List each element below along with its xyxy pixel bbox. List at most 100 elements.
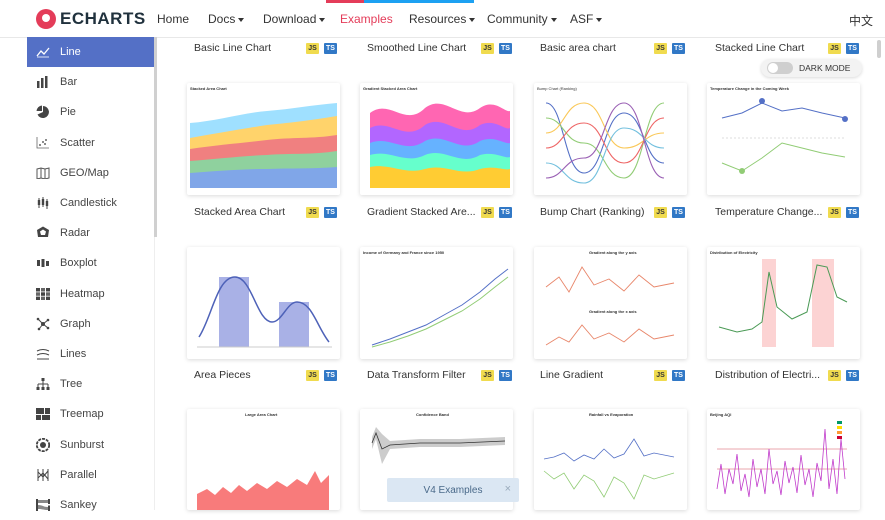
js-badge[interactable]: JS: [481, 43, 494, 54]
js-badge[interactable]: JS: [481, 207, 494, 218]
js-badge[interactable]: JS: [654, 370, 667, 381]
progress-indicator: [364, 0, 474, 3]
sidebar-item-sunburst[interactable]: Sunburst: [27, 429, 154, 459]
example-thumbnail-temperature[interactable]: Temperature Change in the Coming Week: [707, 83, 860, 195]
ts-badge[interactable]: TS: [846, 43, 859, 54]
chevron-down-icon: [550, 17, 557, 22]
nav-home[interactable]: Home: [157, 12, 189, 26]
lines-icon: [35, 346, 51, 362]
sidebar-item-label: Graph: [60, 317, 91, 330]
sidebar-item-boxplot[interactable]: Boxplot: [27, 248, 154, 278]
active-indicator: [326, 0, 364, 3]
ts-badge[interactable]: TS: [672, 43, 685, 54]
example-title[interactable]: Basic Line Chart: [194, 42, 271, 54]
sidebar-item-candlestick[interactable]: Candlestick: [27, 188, 154, 218]
example-title[interactable]: Smoothed Line Chart: [367, 42, 466, 54]
nav-examples[interactable]: Examples: [340, 12, 393, 26]
js-badge[interactable]: JS: [306, 370, 319, 381]
v4-examples-banner[interactable]: V4 Examples ×: [387, 478, 519, 502]
js-badge[interactable]: JS: [654, 207, 667, 218]
ts-badge[interactable]: TS: [499, 207, 512, 218]
dark-mode-toggle[interactable]: DARK MODE: [761, 59, 862, 77]
sidebar-item-label: Lines: [60, 347, 87, 360]
sidebar-item-line[interactable]: Line: [27, 37, 154, 68]
sidebar-item-graph[interactable]: Graph: [27, 309, 154, 339]
candlestick-icon: [35, 195, 51, 211]
ts-badge[interactable]: TS: [846, 370, 859, 381]
parallel-icon: [35, 467, 51, 483]
example-title[interactable]: Area Pieces: [194, 369, 251, 381]
close-icon[interactable]: ×: [505, 483, 511, 495]
ts-badge[interactable]: TS: [324, 370, 337, 381]
example-title[interactable]: Stacked Line Chart: [715, 42, 804, 54]
sidebar-item-parallel[interactable]: Parallel: [27, 460, 154, 490]
sidebar-item-lines[interactable]: Lines: [27, 339, 154, 369]
sidebar-item-label: Candlestick: [60, 197, 117, 210]
example-title[interactable]: Distribution of Electri...: [715, 369, 820, 381]
nav-asf[interactable]: ASF: [570, 12, 603, 26]
example-title[interactable]: Stacked Area Chart: [194, 206, 285, 218]
example-title[interactable]: Temperature Change...: [715, 206, 822, 218]
toggle-switch[interactable]: [767, 62, 793, 74]
page-scrollbar[interactable]: [877, 40, 881, 58]
ts-badge[interactable]: TS: [846, 207, 859, 218]
sidebar-scrollbar[interactable]: [154, 37, 157, 237]
example-thumbnail-distribution-electricity[interactable]: Distribution of Electricity: [707, 247, 860, 359]
chevron-down-icon: [319, 17, 326, 22]
js-badge[interactable]: JS: [481, 370, 494, 381]
example-title[interactable]: Basic area chart: [540, 42, 616, 54]
logo-text: ECHARTS: [60, 9, 146, 28]
js-badge[interactable]: JS: [828, 370, 841, 381]
sidebar-item-bar[interactable]: Bar: [27, 67, 154, 97]
js-badge[interactable]: JS: [306, 43, 319, 54]
example-thumbnail-bump-chart[interactable]: Bump Chart (Ranking): [534, 83, 687, 195]
sidebar-item-geo-map[interactable]: GEO/Map: [27, 158, 154, 188]
example-title[interactable]: Bump Chart (Ranking): [540, 206, 644, 218]
example-thumbnail-gradient-stacked[interactable]: Gradient Stacked Area Chart: [360, 83, 513, 195]
example-thumbnail-beijing-aqi[interactable]: Beijing AQI: [707, 409, 860, 510]
example-thumbnail-stacked-area[interactable]: Stacked Area Chart: [187, 83, 340, 195]
sidebar: Line Bar Pie Scatter GEO/Map Candlestick…: [27, 37, 155, 511]
logo-icon: [36, 9, 56, 29]
sidebar-item-pie[interactable]: Pie: [27, 97, 154, 127]
nav-community[interactable]: Community: [487, 12, 557, 26]
example-title[interactable]: Line Gradient: [540, 369, 603, 381]
radar-icon: [35, 225, 51, 241]
js-badge[interactable]: JS: [828, 207, 841, 218]
sidebar-item-radar[interactable]: Radar: [27, 218, 154, 248]
ts-badge[interactable]: TS: [499, 370, 512, 381]
language-switch[interactable]: 中文: [849, 12, 873, 29]
thumbnail-title: Rainfall vs Evaporation: [589, 412, 634, 417]
ts-badge[interactable]: TS: [324, 207, 337, 218]
js-badge[interactable]: JS: [654, 43, 667, 54]
sunburst-icon: [35, 437, 51, 453]
nav-resources[interactable]: Resources: [409, 12, 476, 26]
tree-icon: [35, 376, 51, 392]
sidebar-item-scatter[interactable]: Scatter: [27, 128, 154, 158]
ts-badge[interactable]: TS: [672, 370, 685, 381]
example-title[interactable]: Gradient Stacked Are...: [367, 206, 476, 218]
sidebar-item-heatmap[interactable]: Heatmap: [27, 279, 154, 309]
example-thumbnail-large-area[interactable]: Large Area Chart: [187, 409, 340, 510]
scatter-chart-icon: [35, 135, 51, 151]
ts-badge[interactable]: TS: [324, 43, 337, 54]
js-badge[interactable]: JS: [828, 43, 841, 54]
ts-badge[interactable]: TS: [672, 207, 685, 218]
example-thumbnail-data-transform-filter[interactable]: Income of Germany and France since 1950: [360, 247, 513, 359]
echarts-logo[interactable]: ECHARTS: [36, 8, 146, 30]
thumbnail-title: Income of Germany and France since 1950: [363, 250, 445, 255]
sidebar-item-treemap[interactable]: Treemap: [27, 399, 154, 429]
sidebar-item-label: Pie: [60, 106, 76, 119]
example-thumbnail-line-gradient[interactable]: Gradient along the y axis Gradient along…: [534, 247, 687, 359]
example-thumbnail-area-pieces[interactable]: [187, 247, 340, 359]
chevron-down-icon: [238, 17, 245, 22]
example-title[interactable]: Data Transform Filter: [367, 369, 466, 381]
ts-badge[interactable]: TS: [499, 43, 512, 54]
dark-mode-label: DARK MODE: [799, 63, 851, 73]
nav-docs[interactable]: Docs: [208, 12, 245, 26]
sidebar-item-tree[interactable]: Tree: [27, 369, 154, 399]
nav-download[interactable]: Download: [263, 12, 326, 26]
js-badge[interactable]: JS: [306, 207, 319, 218]
sidebar-item-sankey[interactable]: Sankey: [27, 490, 154, 520]
example-thumbnail-rainfall-evaporation[interactable]: Rainfall vs Evaporation: [534, 409, 687, 510]
